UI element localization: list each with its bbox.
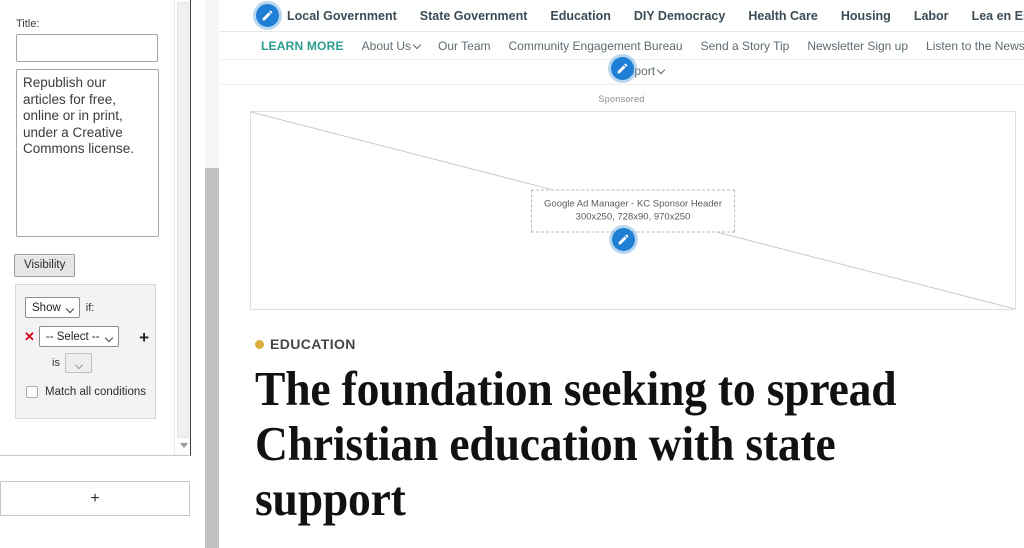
condition-select[interactable]: -- Select --: [38, 326, 119, 347]
visibility-operator-row: is: [52, 353, 92, 373]
add-block-label: +: [90, 489, 100, 507]
nav-newsletter-sign-up[interactable]: Newsletter Sign up: [807, 39, 908, 53]
nav-education[interactable]: Education: [550, 9, 610, 23]
panel-scrollbar[interactable]: [174, 0, 190, 455]
nav-lea-en-espanol[interactable]: Lea en Español: [972, 9, 1024, 23]
article-header: EDUCATION The foundation seeking to spre…: [255, 336, 995, 526]
ad-slot-info: Google Ad Manager - KC Sponsor Header 30…: [531, 189, 735, 232]
app-root: Title: Visibility Show if: ✕ -- Select -…: [0, 0, 1024, 548]
visibility-condition-row: ✕ -- Select --: [24, 326, 152, 347]
secondary-navigation: LEARN MORE About Us Our Team Community E…: [219, 32, 1024, 60]
nav-health-care[interactable]: Health Care: [748, 9, 817, 23]
site-preview: Local Government State Government Educat…: [219, 0, 1024, 548]
operator-select[interactable]: [64, 353, 92, 373]
ad-slot-name: Google Ad Manager - KC Sponsor Header: [544, 198, 722, 209]
nav-local-government[interactable]: Local Government: [287, 9, 397, 23]
nav-about-us-label: About Us: [361, 38, 412, 53]
page-scrollbar-thumb[interactable]: [205, 168, 219, 548]
visibility-conditions-panel: Show if: ✕ -- Select -- + is Match all c…: [15, 284, 156, 419]
match-all-label: Match all conditions: [45, 386, 146, 398]
show-hide-select[interactable]: Show: [25, 297, 80, 318]
add-condition-icon[interactable]: +: [139, 329, 149, 346]
article-headline: The foundation seeking to spread Christi…: [255, 361, 897, 526]
visibility-button[interactable]: Visibility: [14, 254, 76, 277]
article-category[interactable]: EDUCATION: [255, 336, 995, 352]
page-scrollbar[interactable]: [205, 0, 219, 548]
nav-about-us[interactable]: About Us: [361, 38, 422, 53]
pencil-icon: [618, 234, 629, 245]
ad-slot-sizes: 300x250, 728x90, 970x250: [575, 211, 691, 222]
visibility-show-row: Show if:: [25, 297, 94, 318]
primary-navigation: Local Government State Government Educat…: [219, 0, 1024, 32]
nav-send-a-story-tip[interactable]: Send a Story Tip: [701, 39, 790, 53]
scroll-down-arrow-icon[interactable]: [180, 443, 188, 448]
edit-pin-ad-slot[interactable]: [612, 228, 635, 251]
description-textarea[interactable]: [16, 69, 159, 237]
title-input[interactable]: [16, 34, 158, 62]
sponsored-label: Sponsored: [598, 94, 645, 104]
title-field-label: Title:: [16, 18, 40, 30]
article-category-label: EDUCATION: [270, 336, 356, 352]
if-label: if:: [85, 301, 95, 314]
match-all-checkbox[interactable]: [26, 386, 38, 398]
edit-pin-secondary-nav[interactable]: [611, 57, 634, 80]
panel-scrollbar-thumb[interactable]: [177, 2, 189, 438]
remove-condition-icon[interactable]: ✕: [24, 330, 35, 343]
nav-community-engagement-bureau[interactable]: Community Engagement Bureau: [509, 39, 683, 53]
pencil-icon: [617, 63, 628, 74]
nav-listen-to-the-news[interactable]: Listen to the News: [926, 39, 1024, 53]
chevron-down-icon: [656, 65, 666, 75]
nav-learn-more[interactable]: LEARN MORE: [261, 39, 344, 53]
ad-slot[interactable]: Google Ad Manager - KC Sponsor Header 30…: [250, 111, 1016, 310]
panel-gutter: [191, 0, 205, 548]
pencil-icon: [262, 10, 273, 21]
nav-state-government[interactable]: State Government: [420, 9, 528, 23]
match-all-row: Match all conditions: [26, 386, 146, 398]
nav-our-team[interactable]: Our Team: [438, 39, 490, 53]
category-dot-icon: [255, 339, 264, 349]
nav-labor[interactable]: Labor: [914, 9, 949, 23]
nav-diy-democracy[interactable]: DIY Democracy: [634, 9, 726, 23]
is-label: is: [52, 357, 60, 369]
nav-housing[interactable]: Housing: [841, 9, 891, 23]
chevron-down-icon: [412, 40, 422, 49]
edit-pin-primary-nav[interactable]: [256, 4, 279, 27]
add-block-button[interactable]: +: [0, 481, 190, 516]
block-editor-panel: Title: Visibility Show if: ✕ -- Select -…: [0, 0, 191, 456]
